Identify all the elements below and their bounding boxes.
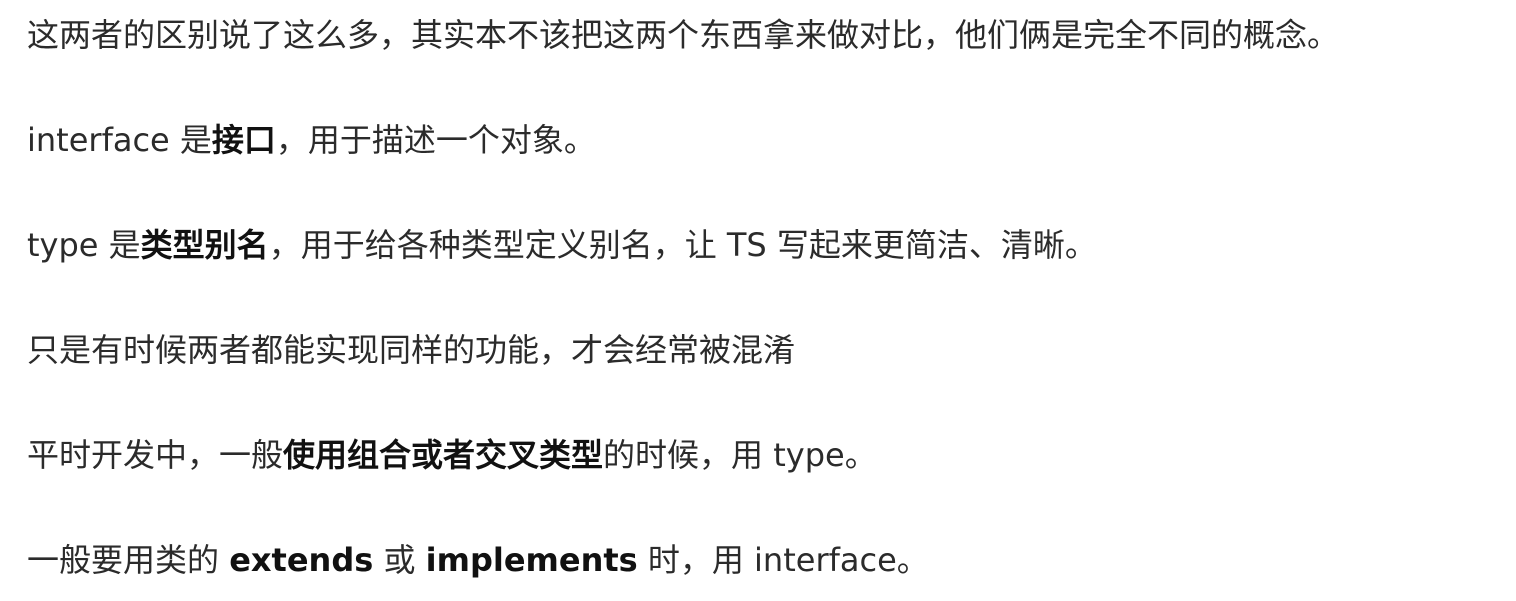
paragraph-text: interface 是: [27, 121, 212, 159]
paragraph-text: ，用于给各种类型定义别名，让 TS 写起来更简洁、清晰。: [268, 226, 1097, 264]
paragraph-text: 或: [373, 541, 426, 579]
paragraph-text: 的时候，用 type。: [603, 436, 877, 474]
paragraph-type: type 是类型别名，用于给各种类型定义别名，让 TS 写起来更简洁、清晰。: [27, 225, 1097, 265]
paragraph-text: 只是有时候两者都能实现同样的功能，才会经常被混淆: [27, 331, 796, 369]
bold-term: 接口: [211, 121, 276, 159]
paragraph-text: 平时开发中，一般: [27, 436, 284, 474]
paragraph-interface: interface 是接口，用于描述一个对象。: [27, 120, 596, 160]
paragraph-text: 时，用 interface。: [637, 541, 929, 579]
article-body: 这两者的区别说了这么多，其实本不该把这两个东西拿来做对比，他们俩是完全不同的概念…: [0, 0, 1516, 601]
bold-term: 类型别名: [140, 226, 269, 264]
paragraph-use-type: 平时开发中，一般使用组合或者交叉类型的时候，用 type。: [27, 435, 877, 475]
paragraph-text: ，用于描述一个对象。: [275, 121, 596, 159]
bold-keyword: implements: [425, 541, 638, 579]
paragraph-text: type 是: [27, 226, 141, 264]
bold-term: 使用组合或者交叉类型: [283, 436, 604, 474]
bold-keyword: extends: [229, 541, 374, 579]
paragraph-text: 这两者的区别说了这么多，其实本不该把这两个东西拿来做对比，他们俩是完全不同的概念…: [27, 16, 1340, 54]
paragraph-use-interface: 一般要用类的 extends 或 implements 时，用 interfac…: [27, 540, 929, 580]
paragraph-confusion: 只是有时候两者都能实现同样的功能，才会经常被混淆: [27, 330, 795, 370]
paragraph-summary: 这两者的区别说了这么多，其实本不该把这两个东西拿来做对比，他们俩是完全不同的概念…: [27, 15, 1339, 55]
paragraph-text: 一般要用类的: [27, 541, 230, 579]
